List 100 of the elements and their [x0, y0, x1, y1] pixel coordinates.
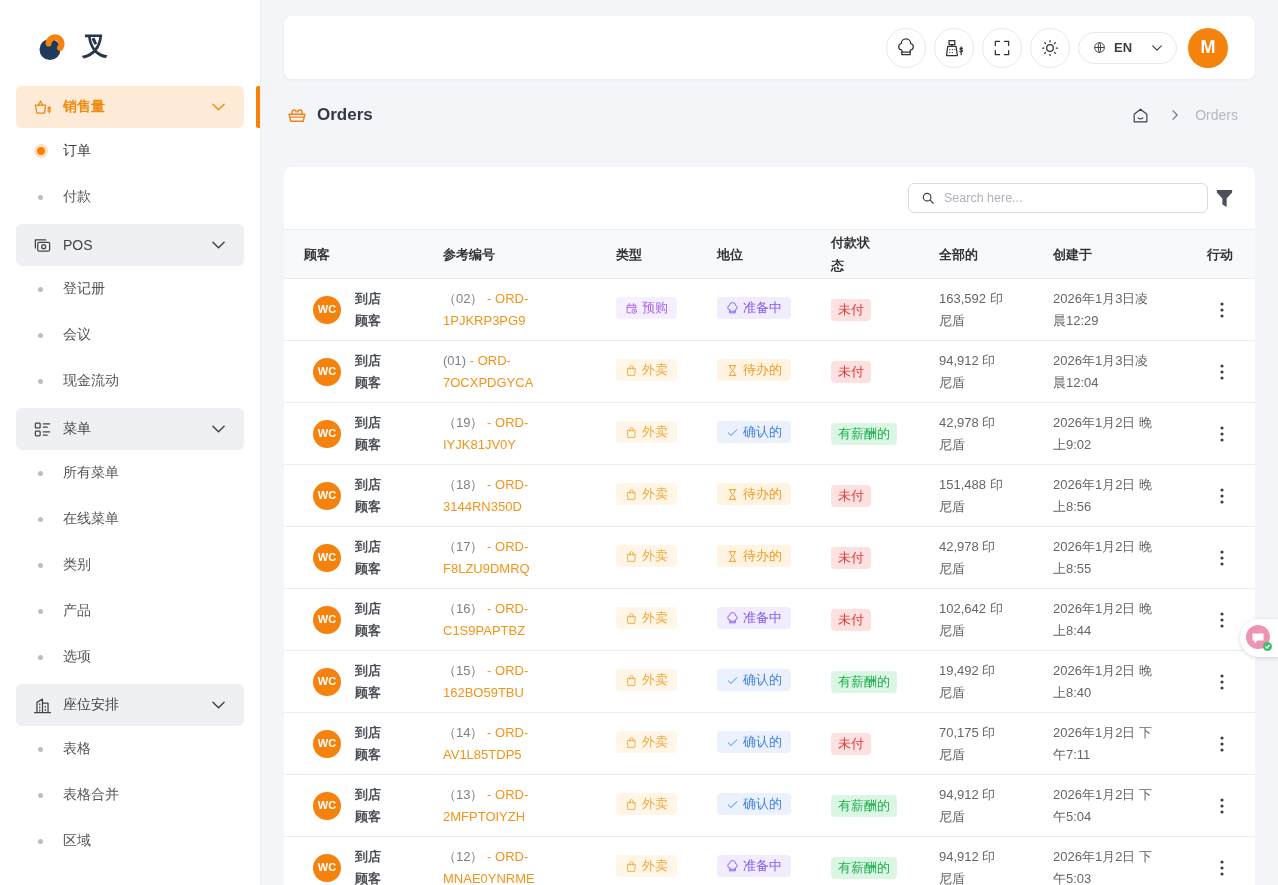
payment-status-tag: 未付: [831, 608, 871, 631]
order-reference[interactable]: （16） - ORD-C1S9PAPTBZ: [443, 597, 582, 642]
nav-item[interactable]: 选项: [0, 634, 260, 680]
customer-name: 到店顾客: [355, 413, 382, 454]
more-options-icon[interactable]: [1220, 674, 1224, 691]
dot-icon: [36, 147, 45, 155]
basket-dollar-icon: [33, 97, 52, 117]
dot-icon: [38, 378, 43, 384]
more-options-icon[interactable]: [1220, 426, 1224, 443]
customer-name: 到店顾客: [355, 723, 382, 764]
nav-item[interactable]: 类别: [0, 542, 260, 588]
cash-register-button[interactable]: [934, 27, 974, 68]
more-options-icon[interactable]: [1220, 550, 1224, 567]
bag-icon: [625, 735, 638, 749]
nav-item[interactable]: 订单: [0, 128, 260, 174]
more-options-icon[interactable]: [1220, 302, 1224, 319]
order-total: 19,492 印尼盾: [939, 661, 997, 702]
order-type-label: 外卖: [642, 486, 668, 504]
order-status-label: 准备中: [743, 858, 782, 876]
order-type-label: 预购: [642, 300, 668, 318]
order-reference[interactable]: (01) - ORD-7OCXPDGYCA: [443, 349, 582, 394]
more-options-icon[interactable]: [1220, 798, 1224, 815]
more-options-icon[interactable]: [1220, 736, 1224, 753]
filter-icon[interactable]: [1216, 188, 1233, 208]
payment-status-tag: 未付: [831, 484, 871, 507]
theme-button[interactable]: [1030, 27, 1070, 68]
column-header: 全部的: [939, 246, 978, 262]
nav-item[interactable]: 会议: [0, 312, 260, 358]
more-options-icon[interactable]: [1220, 860, 1224, 877]
customer-avatar: WC: [313, 419, 341, 448]
search-icon: [921, 191, 935, 205]
order-reference[interactable]: （15） - ORD-162BO59TBU: [443, 659, 582, 704]
customer-avatar: WC: [313, 605, 341, 634]
breadcrumb-current: Orders: [1195, 107, 1238, 123]
more-options-icon[interactable]: [1220, 364, 1224, 381]
chevron-down-icon: [1152, 44, 1163, 51]
order-status-label: 待办的: [743, 362, 782, 380]
active-indicator: [256, 86, 260, 128]
bag-icon: [625, 611, 638, 625]
customer-name: 到店顾客: [355, 785, 382, 826]
nav-item[interactable]: 表格合并: [0, 772, 260, 818]
order-date: 2026年1月2日 晚上8:44: [1053, 599, 1153, 640]
fullscreen-button[interactable]: [982, 27, 1022, 68]
dot-icon: [38, 470, 43, 476]
payment-status-tag: 未付: [831, 360, 871, 383]
hourglass-icon: [726, 549, 739, 563]
payment-status-tag: 有薪酬的: [831, 422, 897, 445]
column-header: 类型: [616, 246, 642, 262]
customer-avatar: WC: [313, 791, 341, 820]
hourglass-icon: [726, 487, 739, 501]
nav-item[interactable]: 现金流动: [0, 358, 260, 404]
nav-item[interactable]: 产品: [0, 588, 260, 634]
nav-item[interactable]: 区域: [0, 818, 260, 864]
order-total: 42,978 印尼盾: [939, 537, 997, 578]
order-reference[interactable]: （18） - ORD-3144RN350D: [443, 473, 582, 518]
dot-icon: [38, 792, 43, 798]
order-total: 94,912 印尼盾: [939, 847, 997, 885]
logo-text: 叉: [82, 30, 108, 62]
more-options-icon[interactable]: [1220, 488, 1224, 505]
order-reference[interactable]: （17） - ORD-F8LZU9DMRQ: [443, 535, 582, 580]
kitchen-button[interactable]: [886, 27, 926, 68]
order-date: 2026年1月2日 晚上8:55: [1053, 537, 1153, 578]
order-type-label: 外卖: [642, 672, 668, 690]
column-header: 付款状态: [831, 235, 870, 273]
dot-icon: [38, 332, 43, 338]
hourglass-icon: [726, 363, 739, 377]
order-type-label: 外卖: [642, 362, 668, 380]
chevron-right-icon: [1172, 110, 1179, 120]
order-reference[interactable]: （13） - ORD-2MFPTOIYZH: [443, 783, 582, 828]
search-field[interactable]: Search here...: [908, 183, 1208, 213]
nav-item[interactable]: 表格: [0, 726, 260, 772]
nav-group-button[interactable]: POS: [16, 224, 244, 266]
order-reference[interactable]: （19） - ORD-IYJK81JV0Y: [443, 411, 582, 456]
customer-avatar: WC: [313, 357, 341, 386]
bag-icon: [625, 859, 638, 873]
order-total: 102,642 印尼盾: [939, 599, 1004, 640]
more-options-icon[interactable]: [1220, 612, 1224, 629]
customer-name: 到店顾客: [355, 661, 382, 702]
order-reference[interactable]: （14） - ORD-AV1L85TDP5: [443, 721, 582, 766]
nav-item[interactable]: 付款: [0, 174, 260, 220]
order-date: 2026年1月2日 下午5:03: [1053, 847, 1153, 885]
nav-group-button[interactable]: 菜单: [16, 408, 244, 450]
order-status-label: 确认的: [743, 672, 782, 690]
order-type-label: 外卖: [642, 734, 668, 752]
customer-avatar: WC: [313, 295, 341, 324]
nav-group-button[interactable]: 座位安排: [16, 684, 244, 726]
payment-status-tag: 未付: [831, 732, 871, 755]
payment-status-tag: 有薪酬的: [831, 794, 897, 817]
nav-item[interactable]: 在线菜单: [0, 496, 260, 542]
order-reference[interactable]: （12） - ORD-MNAE0YNRME: [443, 845, 582, 885]
nav-item[interactable]: 登记册: [0, 266, 260, 312]
column-header: 顾客: [304, 246, 330, 262]
language-select[interactable]: EN: [1078, 31, 1177, 64]
dot-icon: [38, 194, 43, 200]
customer-name: 到店顾客: [355, 351, 382, 392]
column-header: 地位: [717, 246, 743, 262]
order-status-label: 确认的: [743, 796, 782, 814]
order-reference[interactable]: （02） - ORD-1PJKRP3PG9: [443, 287, 582, 332]
order-date: 2026年1月3日凌晨12:04: [1053, 351, 1150, 392]
nav-item[interactable]: 所有菜单: [0, 450, 260, 496]
